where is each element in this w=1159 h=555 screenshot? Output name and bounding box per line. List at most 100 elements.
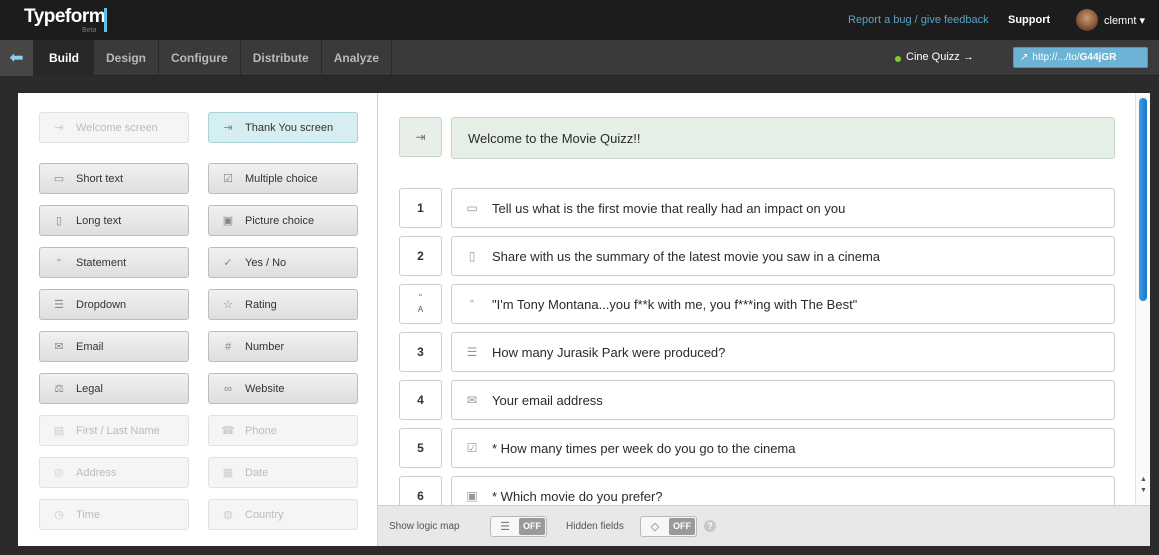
question-item[interactable]: ▭ Tell us what is the first movie that re…: [451, 188, 1115, 228]
dropdown-button[interactable]: ☰ Dropdown: [39, 289, 189, 320]
tab-distribute[interactable]: Distribute: [241, 40, 322, 76]
user-menu[interactable]: clemnt ▾: [1104, 14, 1145, 27]
question-number[interactable]: 2: [399, 236, 442, 276]
long-text-icon: ▯: [468, 249, 476, 263]
date-button[interactable]: ▦ Date: [208, 457, 358, 488]
number-button[interactable]: # Number: [208, 331, 358, 362]
typeform-logo[interactable]: Typeform: [24, 6, 106, 28]
question-list-panel: ⇥ Welcome to the Movie Quizz!! 1 ▭ Tell u…: [377, 93, 1150, 546]
yes-no-button[interactable]: ✓ Yes / No: [208, 247, 358, 278]
short-text-icon: ▭: [466, 201, 478, 215]
question-number[interactable]: 5: [399, 428, 442, 468]
long-text-button[interactable]: ▯ Long text: [39, 205, 189, 236]
scroll-down-arrow-icon[interactable]: ▼: [1139, 487, 1148, 494]
hidden-fields-icon: ◇: [650, 521, 660, 533]
question-number[interactable]: 3: [399, 332, 442, 372]
quote-icon: “: [470, 297, 474, 311]
help-icon[interactable]: ?: [704, 520, 716, 532]
scroll-up-arrow-icon[interactable]: ▲: [1139, 476, 1148, 483]
url-prefix: http://.../to/: [1032, 52, 1080, 63]
checkbox-icon: ☑: [223, 173, 233, 185]
logic-map-icon: ☰: [500, 521, 510, 533]
tab-analyze[interactable]: Analyze: [322, 40, 393, 76]
question-number[interactable]: 4: [399, 380, 442, 420]
welcome-screen-item[interactable]: Welcome to the Movie Quizz!!: [451, 117, 1115, 159]
yes-no-icon: ✓: [223, 257, 233, 269]
time-button[interactable]: ◷ Time: [39, 499, 189, 530]
welcome-screen-icon[interactable]: ⇥: [399, 117, 442, 157]
support-link[interactable]: Support: [1008, 14, 1050, 26]
url-code: G44jGR: [1079, 52, 1117, 63]
scrollbar[interactable]: ▲ ▼: [1135, 93, 1150, 505]
hidden-fields-toggle[interactable]: ◇ OFF: [640, 516, 697, 537]
public-url-button[interactable]: ↗ http://.../to/G44jGR: [1013, 47, 1148, 68]
bottom-toolbar: Show logic map ☰ OFF Hidden fields ◇ OFF…: [378, 505, 1150, 546]
quote-icon: “: [418, 292, 423, 304]
project-name[interactable]: Cine Quizz →: [906, 51, 974, 63]
feedback-link[interactable]: Report a bug / give feedback: [848, 14, 989, 26]
picture-icon: ▣: [222, 215, 234, 227]
calendar-icon: ▦: [222, 467, 234, 479]
logic-map-label: Show logic map: [389, 521, 460, 532]
external-link-icon: ↗: [1020, 52, 1029, 63]
location-pin-icon: ◎: [54, 467, 64, 479]
logo-accent-bar: [104, 8, 107, 32]
logic-map-toggle[interactable]: ☰ OFF: [490, 516, 547, 537]
first-last-name-button[interactable]: ▤ First / Last Name: [39, 415, 189, 446]
welcome-screen-button[interactable]: ⇥ Welcome screen: [39, 112, 189, 143]
number-icon: #: [224, 340, 232, 353]
hidden-fields-state: OFF: [669, 518, 695, 535]
email-button[interactable]: ✉ Email: [39, 331, 189, 362]
statement-button[interactable]: “Statement: [39, 247, 189, 278]
picture-choice-button[interactable]: ▣ Picture choice: [208, 205, 358, 236]
long-text-icon: ▯: [55, 215, 63, 227]
hidden-fields-label: Hidden fields: [566, 521, 624, 532]
tab-design[interactable]: Design: [94, 40, 160, 76]
short-text-icon: ▭: [53, 173, 65, 185]
scrollbar-thumb[interactable]: [1139, 98, 1147, 301]
short-text-button[interactable]: ▭ Short text: [39, 163, 189, 194]
scales-icon: ⚖: [54, 383, 64, 395]
tab-bar: Build Design Configure Distribute Analyz…: [34, 40, 393, 76]
address-button[interactable]: ◎ Address: [39, 457, 189, 488]
logic-map-state: OFF: [519, 518, 545, 535]
name-card-icon: ▤: [53, 425, 65, 437]
legal-button[interactable]: ⚖ Legal: [39, 373, 189, 404]
question-item[interactable]: ☑ * How many times per week do you go to …: [451, 428, 1115, 468]
multiple-choice-button[interactable]: ☑ Multiple choice: [208, 163, 358, 194]
country-button[interactable]: ◍ Country: [208, 499, 358, 530]
question-item[interactable]: ✉ Your email address: [451, 380, 1115, 420]
question-item[interactable]: ▯ Share with us the summary of the latest…: [451, 236, 1115, 276]
dropdown-icon: ☰: [466, 345, 478, 359]
rating-button[interactable]: ☆ Rating: [208, 289, 358, 320]
nav-bar: ⬅ Build Design Configure Distribute Anal…: [0, 40, 1159, 76]
phone-icon: ☎: [221, 425, 235, 437]
top-bar: Typeform Beta Report a bug / give feedba…: [0, 0, 1159, 40]
question-list: ⇥ Welcome to the Movie Quizz!! 1 ▭ Tell u…: [378, 93, 1130, 505]
tab-build[interactable]: Build: [34, 40, 94, 76]
status-dot: [895, 56, 901, 62]
tab-configure[interactable]: Configure: [159, 40, 241, 76]
dropdown-icon: ☰: [54, 299, 64, 311]
link-icon: ∞: [224, 382, 232, 395]
envelope-icon: ✉: [54, 341, 64, 353]
website-button[interactable]: ∞ Website: [208, 373, 358, 404]
phone-button[interactable]: ☎ Phone: [208, 415, 358, 446]
envelope-icon: ✉: [466, 393, 478, 407]
avatar[interactable]: [1076, 9, 1098, 31]
thank-you-screen-button[interactable]: ⇥ Thank You screen: [208, 112, 358, 143]
checkbox-icon: ☑: [466, 441, 478, 455]
welcome-icon: ⇥: [54, 122, 64, 134]
question-item[interactable]: ☰ How many Jurasik Park were produced?: [451, 332, 1115, 372]
question-number[interactable]: 6: [399, 476, 442, 505]
question-type-panel: ⇥ Welcome screen ⇥ Thank You screen ▭ Short…: [18, 93, 377, 546]
question-item[interactable]: ▣ * Which movie do you prefer?: [451, 476, 1115, 505]
back-arrow-icon[interactable]: ⬅: [0, 40, 34, 76]
question-item[interactable]: “"I'm Tony Montana...you f**k with me, y…: [451, 284, 1115, 324]
statement-number[interactable]: “ A: [399, 284, 442, 324]
statement-letter: A: [417, 305, 424, 314]
question-number[interactable]: 1: [399, 188, 442, 228]
beta-label: Beta: [82, 27, 97, 34]
globe-icon: ◍: [223, 509, 233, 521]
picture-icon: ▣: [466, 489, 478, 503]
